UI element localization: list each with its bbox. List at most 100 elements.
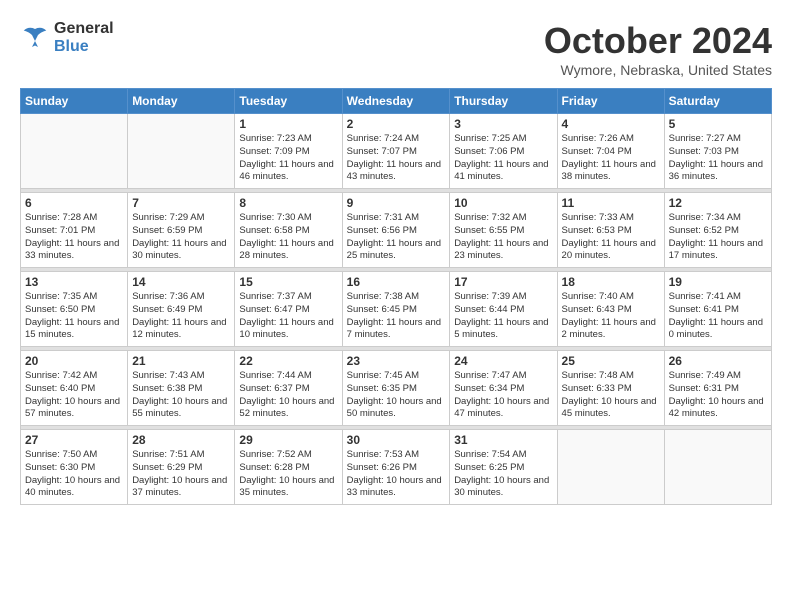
day-info: Sunrise: 7:29 AM Sunset: 6:59 PM Dayligh… xyxy=(132,212,230,263)
calendar-cell: 15 Sunrise: 7:37 AM Sunset: 6:47 PM Dayli… xyxy=(235,272,342,347)
calendar-cell xyxy=(21,114,128,189)
calendar-header-row: SundayMondayTuesdayWednesdayThursdayFrid… xyxy=(21,89,772,114)
calendar-cell: 2Sunrise: 7:24 AM Sunset: 7:07 PM Daylig… xyxy=(342,114,450,189)
calendar-weekday-thursday: Thursday xyxy=(450,89,557,114)
day-info: Sunrise: 7:49 AM Sunset: 6:31 PM Dayligh… xyxy=(669,370,767,421)
calendar-weekday-wednesday: Wednesday xyxy=(342,89,450,114)
calendar-week-row: 20 Sunrise: 7:42 AM Sunset: 6:40 PM Dayli… xyxy=(21,351,772,426)
logo-text: General Blue xyxy=(54,20,114,55)
calendar-cell: 19Sunrise: 7:41 AM Sunset: 6:41 PM Dayli… xyxy=(664,272,771,347)
day-info: Sunrise: 7:31 AM Sunset: 6:56 PM Dayligh… xyxy=(347,212,446,263)
day-info: Sunrise: 7:47 AM Sunset: 6:34 PM Dayligh… xyxy=(454,370,552,421)
calendar-table: SundayMondayTuesdayWednesdayThursdayFrid… xyxy=(20,88,772,505)
day-number: 2 xyxy=(347,117,446,131)
calendar-week-row: 1 Sunrise: 7:23 AM Sunset: 7:09 PM Daylig… xyxy=(21,114,772,189)
calendar-weekday-tuesday: Tuesday xyxy=(235,89,342,114)
calendar-cell: 9Sunrise: 7:31 AM Sunset: 6:56 PM Daylig… xyxy=(342,193,450,268)
calendar-cell: 30Sunrise: 7:53 AM Sunset: 6:26 PM Dayli… xyxy=(342,430,450,505)
day-number: 6 xyxy=(25,196,123,210)
day-info: Sunrise: 7:26 AM Sunset: 7:04 PM Dayligh… xyxy=(562,133,660,184)
day-number: 16 xyxy=(347,275,446,289)
page-header: General Blue October 2024 Wymore, Nebras… xyxy=(20,20,772,78)
day-number: 19 xyxy=(669,275,767,289)
calendar-cell: 3Sunrise: 7:25 AM Sunset: 7:06 PM Daylig… xyxy=(450,114,557,189)
calendar-cell: 27 Sunrise: 7:50 AM Sunset: 6:30 PM Dayli… xyxy=(21,430,128,505)
calendar-week-row: 6 Sunrise: 7:28 AM Sunset: 7:01 PM Daylig… xyxy=(21,193,772,268)
day-number: 27 xyxy=(25,433,123,447)
calendar-cell: 11Sunrise: 7:33 AM Sunset: 6:53 PM Dayli… xyxy=(557,193,664,268)
calendar-cell xyxy=(664,430,771,505)
day-info: Sunrise: 7:27 AM Sunset: 7:03 PM Dayligh… xyxy=(669,133,767,184)
day-number: 5 xyxy=(669,117,767,131)
day-info: Sunrise: 7:51 AM Sunset: 6:29 PM Dayligh… xyxy=(132,449,230,500)
day-number: 31 xyxy=(454,433,552,447)
day-number: 4 xyxy=(562,117,660,131)
day-number: 12 xyxy=(669,196,767,210)
day-number: 10 xyxy=(454,196,552,210)
calendar-cell: 4 Sunrise: 7:26 AM Sunset: 7:04 PM Daylig… xyxy=(557,114,664,189)
day-number: 8 xyxy=(239,196,337,210)
day-info: Sunrise: 7:42 AM Sunset: 6:40 PM Dayligh… xyxy=(25,370,123,421)
calendar-week-row: 13 Sunrise: 7:35 AM Sunset: 6:50 PM Dayli… xyxy=(21,272,772,347)
title-section: October 2024 Wymore, Nebraska, United St… xyxy=(544,20,772,78)
day-info: Sunrise: 7:38 AM Sunset: 6:45 PM Dayligh… xyxy=(347,291,446,342)
calendar-cell: 14Sunrise: 7:36 AM Sunset: 6:49 PM Dayli… xyxy=(128,272,235,347)
calendar-cell: 12 Sunrise: 7:34 AM Sunset: 6:52 PM Dayli… xyxy=(664,193,771,268)
calendar-cell: 23Sunrise: 7:45 AM Sunset: 6:35 PM Dayli… xyxy=(342,351,450,426)
day-info: Sunrise: 7:39 AM Sunset: 6:44 PM Dayligh… xyxy=(454,291,552,342)
calendar-cell: 24 Sunrise: 7:47 AM Sunset: 6:34 PM Dayli… xyxy=(450,351,557,426)
day-number: 7 xyxy=(132,196,230,210)
day-info: Sunrise: 7:40 AM Sunset: 6:43 PM Dayligh… xyxy=(562,291,660,342)
calendar-cell: 20 Sunrise: 7:42 AM Sunset: 6:40 PM Dayli… xyxy=(21,351,128,426)
day-info: Sunrise: 7:34 AM Sunset: 6:52 PM Dayligh… xyxy=(669,212,767,263)
calendar-cell: 22 Sunrise: 7:44 AM Sunset: 6:37 PM Dayli… xyxy=(235,351,342,426)
day-number: 3 xyxy=(454,117,552,131)
month-title: October 2024 xyxy=(544,20,772,62)
logo-icon xyxy=(20,23,50,53)
day-info: Sunrise: 7:44 AM Sunset: 6:37 PM Dayligh… xyxy=(239,370,337,421)
day-number: 28 xyxy=(132,433,230,447)
day-info: Sunrise: 7:45 AM Sunset: 6:35 PM Dayligh… xyxy=(347,370,446,421)
day-info: Sunrise: 7:28 AM Sunset: 7:01 PM Dayligh… xyxy=(25,212,123,263)
day-number: 14 xyxy=(132,275,230,289)
day-number: 26 xyxy=(669,354,767,368)
day-number: 1 xyxy=(239,117,337,131)
calendar-cell: 29Sunrise: 7:52 AM Sunset: 6:28 PM Dayli… xyxy=(235,430,342,505)
location: Wymore, Nebraska, United States xyxy=(544,62,772,78)
day-info: Sunrise: 7:54 AM Sunset: 6:25 PM Dayligh… xyxy=(454,449,552,500)
day-number: 13 xyxy=(25,275,123,289)
calendar-cell: 21Sunrise: 7:43 AM Sunset: 6:38 PM Dayli… xyxy=(128,351,235,426)
calendar-cell: 28 Sunrise: 7:51 AM Sunset: 6:29 PM Dayli… xyxy=(128,430,235,505)
calendar-cell xyxy=(557,430,664,505)
day-info: Sunrise: 7:33 AM Sunset: 6:53 PM Dayligh… xyxy=(562,212,660,263)
day-number: 15 xyxy=(239,275,337,289)
logo: General Blue xyxy=(20,20,114,55)
calendar-cell: 16 Sunrise: 7:38 AM Sunset: 6:45 PM Dayli… xyxy=(342,272,450,347)
calendar-cell: 13 Sunrise: 7:35 AM Sunset: 6:50 PM Dayli… xyxy=(21,272,128,347)
calendar-cell: 5 Sunrise: 7:27 AM Sunset: 7:03 PM Daylig… xyxy=(664,114,771,189)
calendar-cell: 17Sunrise: 7:39 AM Sunset: 6:44 PM Dayli… xyxy=(450,272,557,347)
calendar-weekday-monday: Monday xyxy=(128,89,235,114)
day-info: Sunrise: 7:37 AM Sunset: 6:47 PM Dayligh… xyxy=(239,291,337,342)
day-info: Sunrise: 7:50 AM Sunset: 6:30 PM Dayligh… xyxy=(25,449,123,500)
day-number: 21 xyxy=(132,354,230,368)
calendar-weekday-sunday: Sunday xyxy=(21,89,128,114)
day-number: 22 xyxy=(239,354,337,368)
day-info: Sunrise: 7:32 AM Sunset: 6:55 PM Dayligh… xyxy=(454,212,552,263)
calendar-cell: 6 Sunrise: 7:28 AM Sunset: 7:01 PM Daylig… xyxy=(21,193,128,268)
day-info: Sunrise: 7:23 AM Sunset: 7:09 PM Dayligh… xyxy=(239,133,337,184)
logo-general-text: General xyxy=(54,20,114,38)
calendar-cell xyxy=(128,114,235,189)
day-info: Sunrise: 7:48 AM Sunset: 6:33 PM Dayligh… xyxy=(562,370,660,421)
calendar-cell: 31 Sunrise: 7:54 AM Sunset: 6:25 PM Dayli… xyxy=(450,430,557,505)
day-number: 20 xyxy=(25,354,123,368)
calendar-cell: 8Sunrise: 7:30 AM Sunset: 6:58 PM Daylig… xyxy=(235,193,342,268)
calendar-cell: 25Sunrise: 7:48 AM Sunset: 6:33 PM Dayli… xyxy=(557,351,664,426)
calendar-cell: 26 Sunrise: 7:49 AM Sunset: 6:31 PM Dayli… xyxy=(664,351,771,426)
day-info: Sunrise: 7:53 AM Sunset: 6:26 PM Dayligh… xyxy=(347,449,446,500)
calendar-cell: 18Sunrise: 7:40 AM Sunset: 6:43 PM Dayli… xyxy=(557,272,664,347)
logo-blue-text: Blue xyxy=(54,38,114,56)
calendar-week-row: 27 Sunrise: 7:50 AM Sunset: 6:30 PM Dayli… xyxy=(21,430,772,505)
day-info: Sunrise: 7:35 AM Sunset: 6:50 PM Dayligh… xyxy=(25,291,123,342)
day-number: 24 xyxy=(454,354,552,368)
